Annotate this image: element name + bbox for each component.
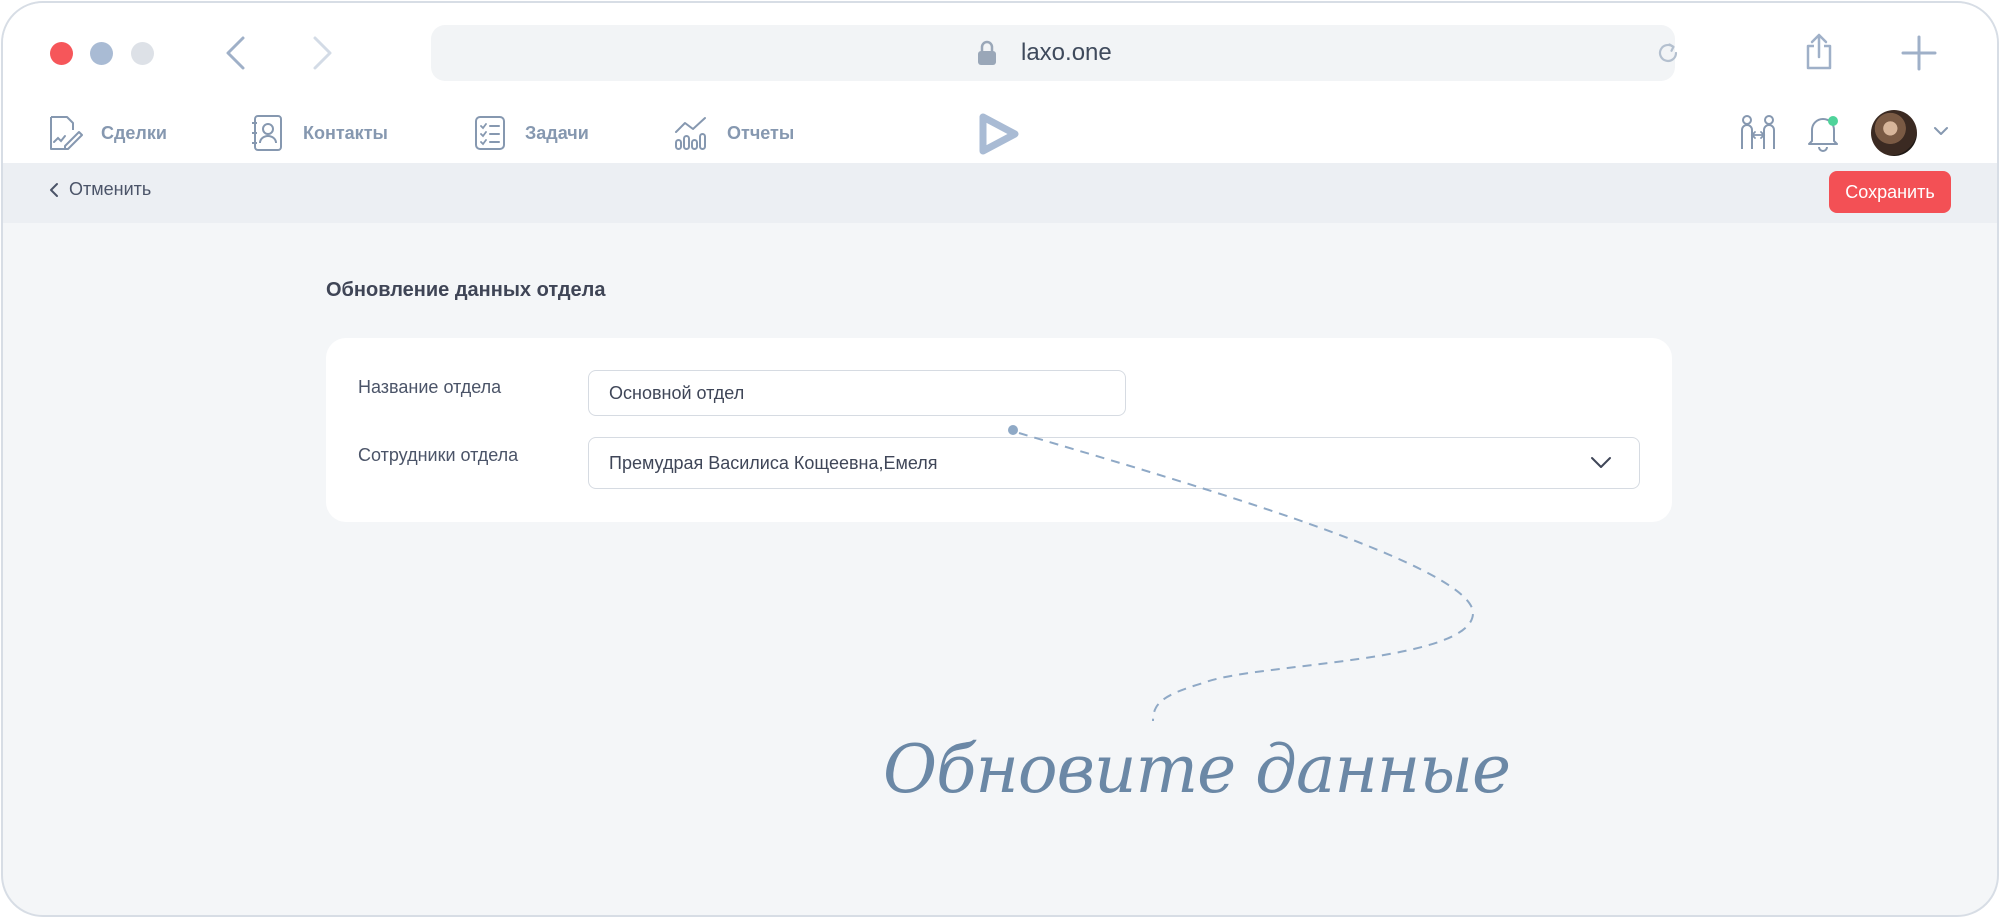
browser-window: laxo.one Сделки Контакты Задачи Отчеты О… — [1, 1, 1999, 917]
annotation-text: Обновите данные — [883, 731, 1511, 808]
